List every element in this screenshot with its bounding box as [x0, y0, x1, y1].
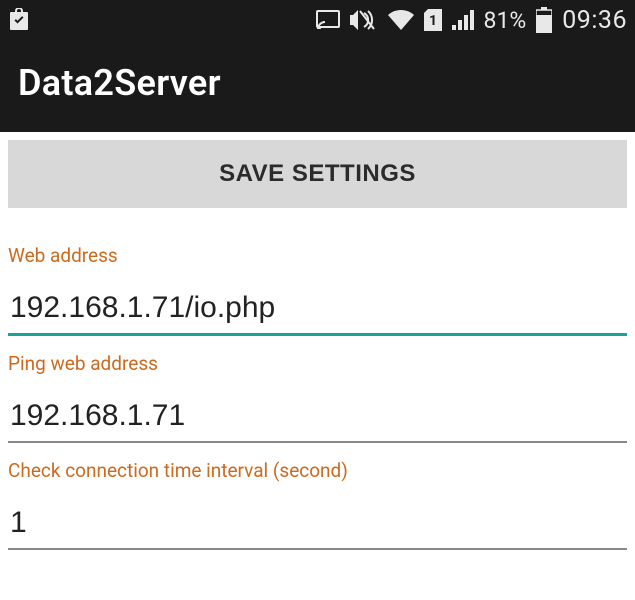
web-address-label: Web address	[8, 244, 627, 267]
clock: 09:36	[562, 6, 627, 35]
app-bar: Data2Server	[0, 40, 635, 132]
svg-text:1: 1	[429, 13, 437, 29]
status-right: 1 81% 09:36	[316, 6, 627, 35]
main-content: SAVE SETTINGS Web address Ping web addre…	[0, 132, 635, 566]
settings-form: Web address Ping web address Check conne…	[0, 216, 635, 566]
cast-icon	[316, 10, 340, 30]
sim-icon: 1	[424, 9, 442, 31]
ping-address-label: Ping web address	[8, 352, 627, 375]
interval-field: Check connection time interval (second)	[8, 459, 627, 566]
bag-check-icon	[8, 8, 30, 32]
web-address-field: Web address	[8, 244, 627, 352]
wifi-icon	[388, 10, 414, 30]
interval-label: Check connection time interval (second)	[8, 459, 627, 482]
save-settings-button[interactable]: SAVE SETTINGS	[8, 140, 627, 208]
vibrate-mute-icon	[350, 9, 378, 31]
status-bar: 1 81% 09:36	[0, 0, 635, 40]
app-title: Data2Server	[18, 62, 617, 104]
signal-icon	[452, 10, 474, 30]
battery-percent: 81%	[484, 7, 527, 34]
status-left	[8, 8, 30, 32]
save-row: SAVE SETTINGS	[0, 132, 635, 216]
interval-input[interactable]	[8, 500, 627, 550]
ping-address-input[interactable]	[8, 393, 627, 443]
web-address-input[interactable]	[8, 285, 627, 336]
ping-address-field: Ping web address	[8, 352, 627, 459]
battery-icon	[536, 7, 552, 33]
